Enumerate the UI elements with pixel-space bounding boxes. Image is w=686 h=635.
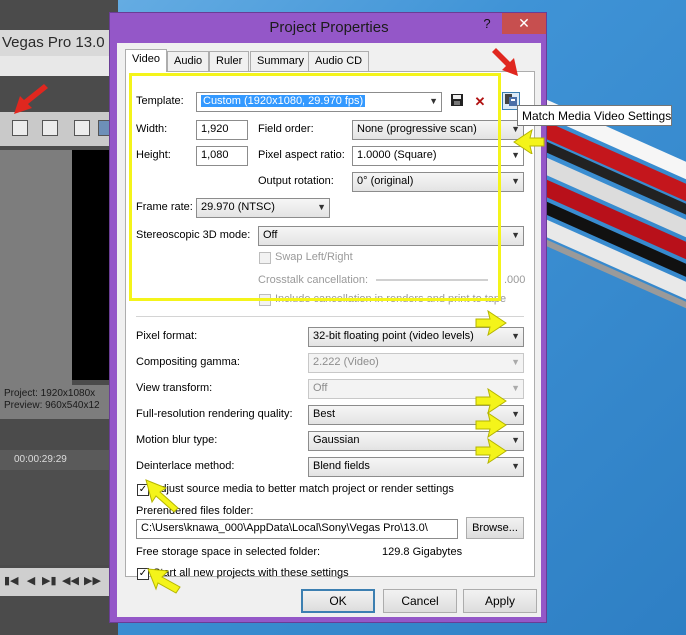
chevron-down-icon: ▼ bbox=[511, 435, 520, 445]
annotation-arrow-yellow-deinterlace bbox=[475, 438, 507, 464]
tab-summary[interactable]: Summary bbox=[250, 51, 312, 71]
rewind-icon[interactable]: ◀◀ bbox=[62, 574, 79, 588]
apply-button[interactable]: Apply bbox=[463, 589, 537, 613]
close-button[interactable]: ✕ bbox=[502, 13, 546, 34]
go-start-icon[interactable]: ▮◀ bbox=[4, 574, 19, 588]
tab-audio-cd[interactable]: Audio CD bbox=[308, 51, 370, 71]
chevron-down-icon: ▼ bbox=[511, 176, 520, 186]
crosstalk-value: .000 bbox=[504, 274, 526, 286]
free-storage-label: Free storage space in selected folder: bbox=[136, 546, 321, 558]
annotation-arrow-yellow-start-all bbox=[147, 568, 181, 594]
annotation-arrow-yellow-adjust bbox=[145, 479, 179, 513]
tab-ruler[interactable]: Ruler bbox=[209, 51, 250, 71]
ok-button[interactable]: OK bbox=[301, 589, 375, 613]
pixel-format-value: 32-bit floating point (video levels) bbox=[313, 330, 474, 342]
next-frame-icon[interactable]: ▶▮ bbox=[42, 574, 57, 588]
annotation-highlight-box bbox=[129, 73, 501, 301]
chevron-down-icon: ▼ bbox=[511, 383, 520, 393]
match-media-tooltip: Match Media Video Settings bbox=[517, 105, 672, 126]
chevron-down-icon: ▼ bbox=[511, 461, 520, 471]
start-all-new-projects-label: Start all new projects with these settin… bbox=[153, 567, 349, 579]
view-transform-label: View transform: bbox=[136, 382, 213, 394]
transport-bar: ▮◀ ◀ ▶▮ ◀◀ ▶▶ bbox=[0, 568, 118, 596]
browse-button[interactable]: Browse... bbox=[466, 517, 524, 539]
split-icon[interactable] bbox=[74, 120, 90, 136]
deinterlace-value: Blend fields bbox=[313, 460, 370, 472]
chevron-down-icon: ▼ bbox=[511, 409, 520, 419]
forward-icon[interactable]: ▶▶ bbox=[84, 574, 101, 588]
timecode: 00:00:29:29 bbox=[14, 454, 67, 465]
compositing-gamma-label: Compositing gamma: bbox=[136, 356, 240, 368]
preview-info: Project: 1920x1080x Preview: 960x540x12 bbox=[0, 385, 118, 419]
vegas-menubar bbox=[0, 56, 118, 76]
annotation-arrow-yellow-motion-blur bbox=[475, 412, 507, 438]
project-info: Project: 1920x1080x bbox=[4, 388, 96, 399]
annotation-arrow-yellow-pixel-format bbox=[475, 310, 507, 336]
chevron-down-icon: ▼ bbox=[511, 331, 520, 341]
adjust-source-media-label: Adjust source media to better match proj… bbox=[153, 483, 454, 495]
chevron-down-icon: ▼ bbox=[511, 357, 520, 367]
vegas-panel bbox=[0, 150, 72, 385]
full-resolution-quality-value: Best bbox=[313, 408, 336, 420]
help-button[interactable]: ? bbox=[474, 13, 500, 35]
compositing-gamma-value: 2.222 (Video) bbox=[313, 356, 379, 368]
vegas-title: Vegas Pro 13.0 bbox=[0, 30, 118, 56]
prerendered-folder-field[interactable]: C:\Users\knawa_000\AppData\Local\Sony\Ve… bbox=[136, 519, 458, 539]
compositing-gamma-combo[interactable]: 2.222 (Video) ▼ bbox=[308, 353, 524, 373]
divider bbox=[136, 316, 524, 317]
view-transform-value: Off bbox=[313, 382, 328, 394]
motion-blur-value: Gaussian bbox=[313, 434, 360, 446]
annotation-arrow-red-left bbox=[14, 84, 48, 114]
annotation-arrow-yellow-par bbox=[513, 128, 545, 154]
cancel-button[interactable]: Cancel bbox=[383, 589, 457, 613]
full-resolution-quality-label: Full-resolution rendering quality: bbox=[136, 408, 293, 420]
monitor-icon[interactable] bbox=[42, 120, 58, 136]
previous-frame-icon[interactable]: ◀ bbox=[24, 574, 38, 588]
project-properties-icon[interactable] bbox=[12, 120, 28, 136]
annotation-arrow-red-right bbox=[492, 48, 518, 76]
track-area[interactable] bbox=[0, 470, 118, 565]
tab-video[interactable]: Video bbox=[125, 49, 167, 72]
motion-blur-label: Motion blur type: bbox=[136, 434, 218, 446]
tab-audio[interactable]: Audio bbox=[167, 51, 210, 71]
free-storage-value: 129.8 Gigabytes bbox=[382, 546, 463, 558]
timeline-ruler[interactable]: 00:00:29:29 bbox=[0, 450, 118, 470]
preview-info-text: Preview: 960x540x12 bbox=[4, 400, 100, 411]
chevron-down-icon: ▼ bbox=[511, 230, 520, 240]
annotation-arrow-yellow-quality bbox=[475, 388, 507, 414]
pixel-format-label: Pixel format: bbox=[136, 330, 198, 342]
deinterlace-label: Deinterlace method: bbox=[136, 460, 235, 472]
